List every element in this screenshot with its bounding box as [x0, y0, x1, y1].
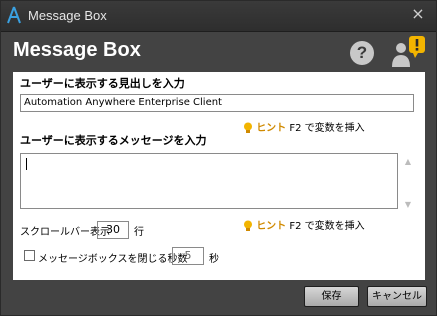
page-title: Message Box — [13, 39, 141, 61]
app-logo-icon — [7, 6, 21, 24]
scrollbar-unit: 行 — [134, 227, 144, 238]
title-bar[interactable]: Message Box × — [1, 1, 436, 32]
message-field-label: ユーザーに表示するメッセージを入力 — [20, 134, 207, 147]
lightbulb-icon — [244, 122, 252, 133]
user-alert-icon[interactable] — [389, 36, 427, 68]
close-icon[interactable]: × — [410, 6, 426, 22]
hint-label: ヒント — [256, 123, 287, 134]
header-field-label: ユーザーに表示する見出しを入力 — [20, 77, 185, 90]
message-textarea[interactable] — [20, 153, 398, 209]
hint-text: F2 で変数を挿入 — [289, 123, 365, 134]
cancel-button[interactable]: キャンセル — [367, 286, 427, 307]
hint-text: F2 で変数を挿入 — [289, 221, 365, 232]
close-timer-label: メッセージボックスを閉じる秒数 — [38, 254, 188, 265]
scrollbar-lines-input[interactable]: 30 — [97, 221, 129, 239]
help-icon[interactable]: ? — [350, 41, 374, 65]
close-seconds-unit: 秒 — [209, 254, 219, 265]
lightbulb-icon — [244, 220, 252, 231]
hint-label: ヒント — [256, 221, 287, 232]
scroll-down-icon[interactable]: ▼ — [403, 201, 413, 209]
scroll-up-icon[interactable]: ▲ — [403, 158, 413, 166]
hint-row-2: ヒント F2 で変数を挿入 — [243, 217, 365, 232]
form-panel: ユーザーに表示する見出しを入力 Automation Anywhere Ente… — [13, 72, 425, 280]
message-box-window: Message Box × Message Box ? ユーザーに表示する見出し… — [0, 0, 437, 316]
close-timer-checkbox[interactable] — [24, 250, 35, 261]
close-seconds-input[interactable]: 5 — [172, 247, 204, 265]
dialog-header: Message Box ? — [1, 32, 436, 72]
hint-row: ヒント F2 で変数を挿入 — [243, 119, 365, 134]
header-input[interactable]: Automation Anywhere Enterprise Client — [20, 94, 414, 112]
save-button[interactable]: 保存 — [304, 286, 359, 307]
window-title: Message Box — [28, 8, 107, 23]
text-caret — [26, 158, 27, 170]
